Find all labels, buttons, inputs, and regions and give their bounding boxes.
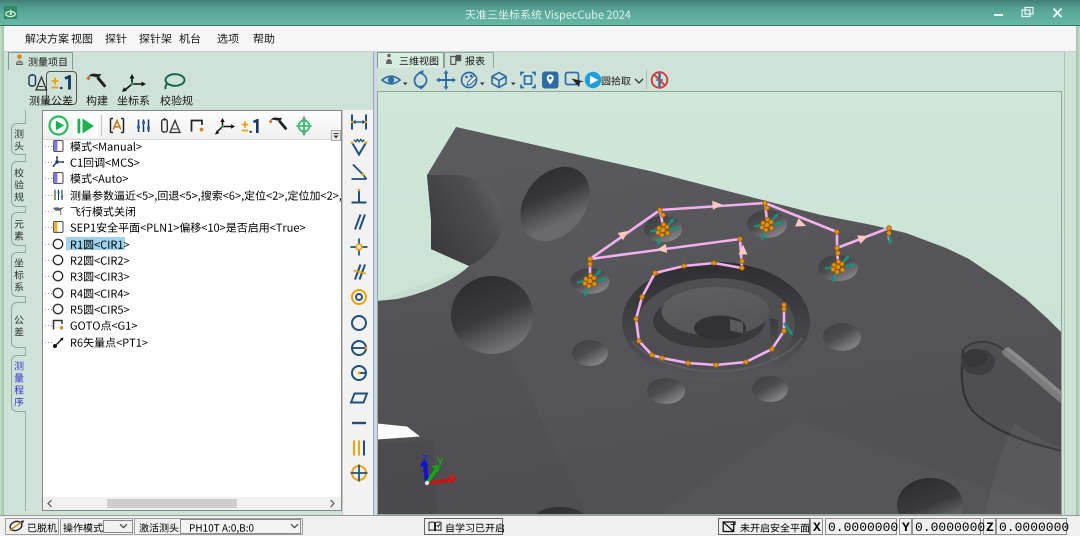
svg-text:Z: Z <box>422 454 428 465</box>
svg-text:X: X <box>448 473 455 484</box>
svg-text:Y: Y <box>437 457 444 468</box>
